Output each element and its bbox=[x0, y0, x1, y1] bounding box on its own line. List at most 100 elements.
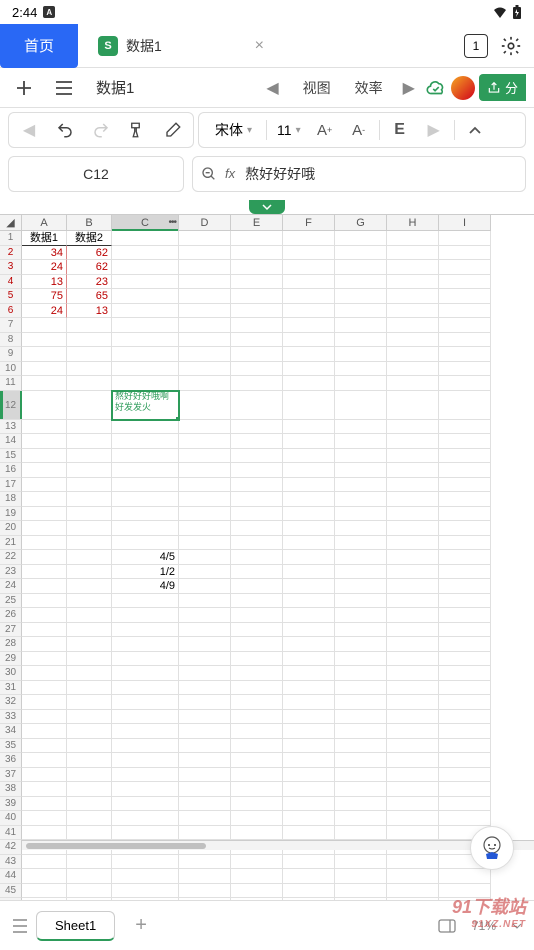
cell-D31[interactable] bbox=[179, 681, 231, 696]
cell-D10[interactable] bbox=[179, 362, 231, 377]
chevron-left-icon[interactable]: ◀ bbox=[15, 116, 43, 144]
cell-A36[interactable] bbox=[22, 753, 67, 768]
cell-G14[interactable] bbox=[335, 434, 387, 449]
cell-G26[interactable] bbox=[335, 608, 387, 623]
cell-D32[interactable] bbox=[179, 695, 231, 710]
cell-G34[interactable] bbox=[335, 724, 387, 739]
cell-F31[interactable] bbox=[283, 681, 335, 696]
cell-E32[interactable] bbox=[231, 695, 283, 710]
cell-F5[interactable] bbox=[283, 289, 335, 304]
cell-A37[interactable] bbox=[22, 768, 67, 783]
cell-F32[interactable] bbox=[283, 695, 335, 710]
cell-E3[interactable] bbox=[231, 260, 283, 275]
cell-I31[interactable] bbox=[439, 681, 491, 696]
row-header-9[interactable]: 9 bbox=[0, 347, 22, 362]
cell-E39[interactable] bbox=[231, 797, 283, 812]
cell-G1[interactable] bbox=[335, 231, 387, 246]
cell-A19[interactable] bbox=[22, 507, 67, 522]
cell-E16[interactable] bbox=[231, 463, 283, 478]
cell-A26[interactable] bbox=[22, 608, 67, 623]
cell-D38[interactable] bbox=[179, 782, 231, 797]
cell-E40[interactable] bbox=[231, 811, 283, 826]
cell-G17[interactable] bbox=[335, 478, 387, 493]
cell-B45[interactable] bbox=[67, 884, 112, 899]
cell-C45[interactable] bbox=[112, 884, 179, 899]
cell-H30[interactable] bbox=[387, 666, 439, 681]
cell-C22[interactable]: 4/5 bbox=[112, 550, 179, 565]
row-header-38[interactable]: 38 bbox=[0, 782, 22, 797]
font-size-selector[interactable]: 11 ▾ bbox=[273, 122, 305, 138]
cell-D29[interactable] bbox=[179, 652, 231, 667]
cell-F15[interactable] bbox=[283, 449, 335, 464]
cell-G43[interactable] bbox=[335, 855, 387, 870]
cell-B30[interactable] bbox=[67, 666, 112, 681]
cell-G15[interactable] bbox=[335, 449, 387, 464]
cell-E24[interactable] bbox=[231, 579, 283, 594]
cell-F14[interactable] bbox=[283, 434, 335, 449]
cell-G28[interactable] bbox=[335, 637, 387, 652]
row-header-22[interactable]: 22 bbox=[0, 550, 22, 565]
cell-H32[interactable] bbox=[387, 695, 439, 710]
cell-C41[interactable] bbox=[112, 826, 179, 841]
cell-E35[interactable] bbox=[231, 739, 283, 754]
cell-H38[interactable] bbox=[387, 782, 439, 797]
row-header-13[interactable]: 13 bbox=[0, 420, 22, 435]
cell-E22[interactable] bbox=[231, 550, 283, 565]
cell-E45[interactable] bbox=[231, 884, 283, 899]
cell-G18[interactable] bbox=[335, 492, 387, 507]
cell-F22[interactable] bbox=[283, 550, 335, 565]
cell-A10[interactable] bbox=[22, 362, 67, 377]
cell-I16[interactable] bbox=[439, 463, 491, 478]
cell-E38[interactable] bbox=[231, 782, 283, 797]
cell-I26[interactable] bbox=[439, 608, 491, 623]
cell-D45[interactable] bbox=[179, 884, 231, 899]
document-title[interactable]: 数据1 bbox=[88, 77, 252, 98]
cell-A12[interactable] bbox=[22, 391, 67, 420]
cell-C1[interactable] bbox=[112, 231, 179, 246]
cell-A11[interactable] bbox=[22, 376, 67, 391]
cell-I39[interactable] bbox=[439, 797, 491, 812]
cell-G29[interactable] bbox=[335, 652, 387, 667]
cell-D26[interactable] bbox=[179, 608, 231, 623]
cell-I24[interactable] bbox=[439, 579, 491, 594]
cell-G4[interactable] bbox=[335, 275, 387, 290]
cell-D41[interactable] bbox=[179, 826, 231, 841]
cell-I45[interactable] bbox=[439, 884, 491, 899]
next-arrow[interactable]: ▶ bbox=[397, 78, 421, 98]
cell-A15[interactable] bbox=[22, 449, 67, 464]
prev-arrow[interactable]: ◀ bbox=[260, 78, 284, 98]
cell-B27[interactable] bbox=[67, 623, 112, 638]
cell-I40[interactable] bbox=[439, 811, 491, 826]
cell-I33[interactable] bbox=[439, 710, 491, 725]
cell-E19[interactable] bbox=[231, 507, 283, 522]
cell-H5[interactable] bbox=[387, 289, 439, 304]
cell-G44[interactable] bbox=[335, 869, 387, 884]
cell-B24[interactable] bbox=[67, 579, 112, 594]
cell-B6[interactable]: 13 bbox=[67, 304, 112, 319]
cell-I25[interactable] bbox=[439, 594, 491, 609]
cell-F6[interactable] bbox=[283, 304, 335, 319]
cell-A2[interactable]: 34 bbox=[22, 246, 67, 261]
cell-I36[interactable] bbox=[439, 753, 491, 768]
cell-F11[interactable] bbox=[283, 376, 335, 391]
cell-D17[interactable] bbox=[179, 478, 231, 493]
cell-I34[interactable] bbox=[439, 724, 491, 739]
cell-E7[interactable] bbox=[231, 318, 283, 333]
col-header-G[interactable]: G bbox=[335, 215, 387, 231]
cell-I32[interactable] bbox=[439, 695, 491, 710]
cell-F36[interactable] bbox=[283, 753, 335, 768]
cell-A7[interactable] bbox=[22, 318, 67, 333]
cell-F35[interactable] bbox=[283, 739, 335, 754]
cell-B19[interactable] bbox=[67, 507, 112, 522]
cell-B40[interactable] bbox=[67, 811, 112, 826]
cell-H35[interactable] bbox=[387, 739, 439, 754]
cell-I4[interactable] bbox=[439, 275, 491, 290]
hamburger-menu[interactable] bbox=[48, 72, 80, 104]
cell-G31[interactable] bbox=[335, 681, 387, 696]
cell-F28[interactable] bbox=[283, 637, 335, 652]
cell-F44[interactable] bbox=[283, 869, 335, 884]
cell-B18[interactable] bbox=[67, 492, 112, 507]
cell-H17[interactable] bbox=[387, 478, 439, 493]
cell-E6[interactable] bbox=[231, 304, 283, 319]
cell-G27[interactable] bbox=[335, 623, 387, 638]
